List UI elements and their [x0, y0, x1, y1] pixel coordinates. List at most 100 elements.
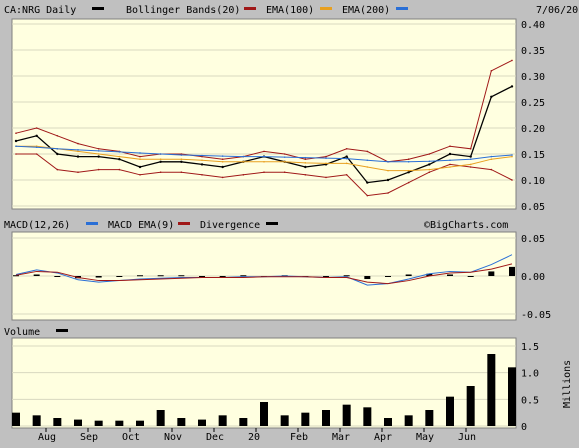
price-series-point — [407, 181, 410, 184]
price-series-point — [407, 161, 410, 163]
price-series-point — [97, 155, 100, 158]
volume-bar — [136, 420, 144, 426]
price-series-point — [449, 163, 451, 166]
stock-chart: CA:NRG Daily Bollinger Bands(20) EMA(100… — [0, 0, 579, 448]
macd-divergence-bar — [199, 276, 205, 277]
symbol-label: CA:NRG Daily — [4, 5, 76, 16]
macd-divergence-bar — [178, 275, 185, 277]
price-series-point — [263, 171, 265, 173]
price-series-point — [77, 171, 79, 173]
price-series-point — [304, 162, 307, 164]
price-series-point — [511, 59, 513, 62]
price-series-point — [221, 176, 224, 179]
price-series-point — [14, 139, 18, 143]
price-series-point — [490, 70, 493, 72]
price-series-point — [139, 174, 141, 176]
price-series-point — [387, 192, 389, 194]
price-tick-label: 0.05 — [521, 202, 545, 213]
price-tick-label: 0.20 — [521, 124, 545, 135]
price-series-point — [469, 163, 472, 166]
price-series-point — [200, 163, 204, 166]
macd-divergence-bar — [13, 275, 19, 277]
macd-divergence-bar — [343, 275, 350, 277]
volume-bar — [32, 415, 41, 426]
volume-tick-label: 1.5 — [521, 342, 539, 353]
macd-divergence-bar — [509, 266, 515, 276]
legend-swatch-divergence — [266, 222, 278, 225]
macd-divergence-bar — [95, 276, 102, 278]
volume-bar — [466, 386, 475, 426]
volume-bar — [425, 410, 434, 426]
volume-bar — [446, 396, 454, 426]
legend-macd-ema-label: MACD EMA(9) — [108, 220, 174, 231]
price-series-point — [242, 161, 245, 163]
price-series-point — [304, 165, 307, 169]
price-series-point — [139, 158, 141, 160]
volume-bar — [218, 415, 227, 426]
volume-bar — [12, 412, 20, 426]
volume-unit-label: Millions — [562, 360, 573, 408]
volume-bar — [198, 419, 206, 426]
price-series-point — [56, 152, 59, 156]
price-series-point — [345, 174, 348, 176]
x-tick-label: 20 — [248, 432, 260, 443]
volume-bar — [342, 404, 351, 426]
price-series-point — [449, 159, 451, 162]
price-series-point — [304, 156, 307, 159]
price-series-point — [263, 161, 265, 163]
price-series-point — [386, 178, 390, 182]
price-series-point — [118, 155, 121, 158]
price-series-point — [490, 158, 493, 160]
price-series-point — [118, 168, 121, 171]
price-series-point — [201, 159, 203, 162]
price-series-point — [35, 146, 38, 149]
price-tick-label: 0.25 — [521, 98, 545, 109]
price-series-point — [180, 171, 183, 173]
volume-bar — [487, 354, 496, 426]
volume-bar — [508, 367, 516, 426]
volume-tick-label: 0.5 — [521, 395, 539, 406]
volume-bar — [404, 415, 413, 426]
legend-swatch-price — [92, 7, 104, 10]
macd-divergence-bar — [447, 274, 453, 276]
price-series-point — [263, 150, 265, 153]
price-series-point — [345, 162, 348, 165]
legend-divergence-label: Divergence — [200, 220, 260, 231]
price-series-point — [35, 134, 38, 137]
price-series-point — [428, 168, 431, 171]
volume-bar — [156, 410, 165, 426]
axis-layer: Aug Sep Oct Nov Dec 20 Feb Mar Apr May Jun — [38, 428, 476, 443]
price-series-point — [15, 132, 17, 134]
price-tick-label: 0.30 — [521, 72, 545, 83]
price-tick-label: 0.10 — [521, 176, 545, 187]
price-series-point — [325, 157, 327, 159]
legend-ema100-label: EMA(100) — [266, 5, 314, 16]
x-tick-label: Nov — [164, 432, 182, 443]
price-series-point — [511, 155, 513, 158]
price-series-point — [139, 152, 141, 154]
x-tick-label: Feb — [290, 432, 308, 443]
price-series-point — [221, 165, 224, 169]
price-series-point — [428, 171, 431, 173]
price-series-point — [510, 85, 514, 88]
price-series-point — [221, 155, 224, 157]
macd-divergence-bar — [137, 275, 143, 277]
price-series-point — [97, 150, 100, 152]
price-series-point — [159, 160, 162, 163]
price-series-point — [138, 165, 142, 169]
price-series-point — [35, 153, 38, 155]
price-series-point — [15, 145, 17, 147]
legend-bollinger-label: Bollinger Bands(20) — [126, 5, 240, 16]
macd-divergence-bar — [467, 276, 474, 277]
x-tick-label: Oct — [122, 432, 140, 443]
price-series-point — [180, 154, 183, 156]
price-series-point — [201, 154, 203, 157]
volume-bar — [239, 418, 248, 426]
price-series-point — [469, 155, 472, 158]
legend-swatch-volume — [56, 329, 68, 332]
legend-swatch-macd-ema — [178, 222, 190, 225]
x-tick-label: Dec — [206, 432, 224, 443]
volume-bar — [384, 418, 392, 426]
price-series-point — [490, 95, 493, 99]
macd-divergence-bar — [116, 276, 123, 277]
